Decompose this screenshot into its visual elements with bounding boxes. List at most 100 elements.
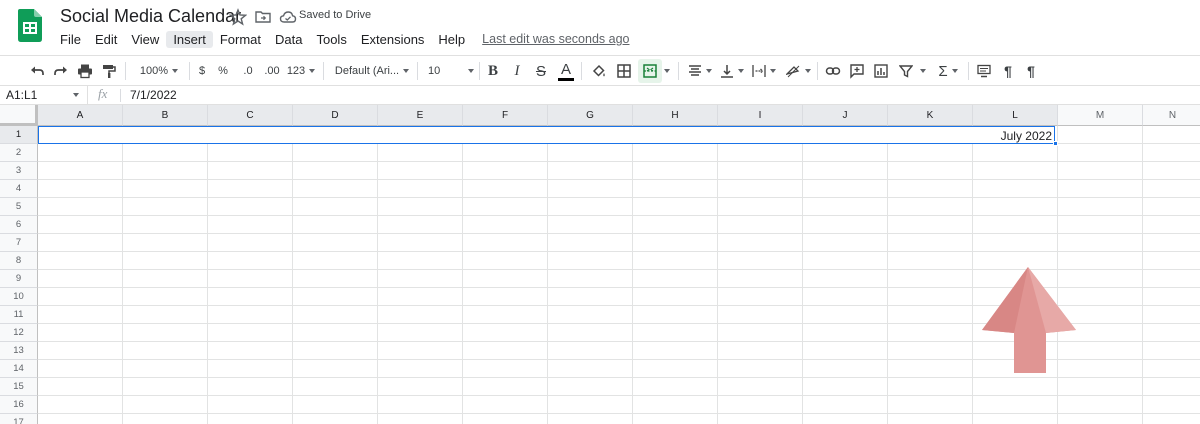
menu-extensions[interactable]: Extensions (354, 31, 432, 48)
select-all-corner[interactable] (0, 105, 38, 126)
text-color-button[interactable]: A (557, 59, 575, 83)
row-header-15[interactable]: 15 (0, 378, 38, 396)
menu-insert[interactable]: Insert (166, 30, 213, 48)
row-header-17[interactable]: 17 (0, 414, 38, 424)
column-header-b[interactable]: B (123, 105, 208, 126)
row-header-9[interactable]: 9 (0, 270, 38, 288)
decrease-decimal-button[interactable]: .0 (239, 59, 257, 83)
filter-icon[interactable] (897, 59, 915, 83)
name-box[interactable]: A1:L1 (0, 86, 88, 104)
undo-icon[interactable] (27, 59, 47, 83)
saved-status: Saved to Drive (299, 9, 372, 21)
merged-cell-value: July 2022 (1000, 129, 1052, 143)
chevron-down-icon (73, 93, 79, 97)
gridline-vertical (462, 126, 463, 424)
column-header-e[interactable]: E (378, 105, 463, 126)
text-rotation-icon[interactable] (784, 59, 812, 83)
last-edit-link[interactable]: Last edit was seconds ago (482, 32, 629, 46)
paint-format-icon[interactable] (99, 59, 119, 83)
row-header-2[interactable]: 2 (0, 144, 38, 162)
column-header-c[interactable]: C (208, 105, 293, 126)
horizontal-align-icon[interactable] (686, 59, 714, 83)
number-format-select[interactable]: 123 (286, 59, 316, 83)
column-header-a[interactable]: A (38, 105, 123, 126)
row-header-4[interactable]: 4 (0, 180, 38, 198)
cloud-saved-icon[interactable] (279, 8, 297, 26)
row-header-12[interactable]: 12 (0, 324, 38, 342)
chevron-down-icon (770, 69, 776, 73)
redo-icon[interactable] (51, 59, 71, 83)
row-header-11[interactable]: 11 (0, 306, 38, 324)
zoom-select[interactable]: 100% (133, 59, 185, 83)
rtl-icon[interactable]: ¶ (1022, 59, 1040, 83)
column-header-j[interactable]: J (803, 105, 888, 126)
strikethrough-button[interactable]: S (533, 59, 549, 83)
column-header-d[interactable]: D (293, 105, 378, 126)
chevron-down-icon (738, 69, 744, 73)
menu-tools[interactable]: Tools (309, 31, 353, 48)
percent-format-button[interactable]: % (216, 59, 230, 83)
menu-view[interactable]: View (124, 31, 166, 48)
row-header-6[interactable]: 6 (0, 216, 38, 234)
menu-help[interactable]: Help (431, 31, 472, 48)
column-header-g[interactable]: G (548, 105, 633, 126)
gridline-vertical (632, 126, 633, 424)
row-header-7[interactable]: 7 (0, 234, 38, 252)
menu-file[interactable]: File (53, 31, 88, 48)
font-family-select[interactable]: Default (Ari... (333, 59, 411, 83)
chart-icon[interactable] (871, 59, 891, 83)
number-format-label: 123 (286, 65, 306, 77)
gridline-vertical (547, 126, 548, 424)
merged-cell-a1-l1[interactable]: July 2022 (38, 126, 1055, 144)
print-icon[interactable] (75, 59, 95, 83)
link-icon[interactable] (823, 59, 843, 83)
text-wrap-icon[interactable] (750, 59, 778, 83)
sheets-logo-icon[interactable] (18, 9, 42, 42)
move-folder-icon[interactable] (254, 8, 272, 26)
gridline-horizontal (38, 215, 1200, 216)
bold-button[interactable]: B (485, 59, 501, 83)
sheets-window: Social Media Calendar Saved to Drive Fil… (0, 0, 1200, 424)
document-title[interactable]: Social Media Calendar (60, 6, 241, 27)
italic-button[interactable]: I (509, 59, 525, 83)
merge-cells-icon[interactable] (638, 59, 662, 83)
row-header-1[interactable]: 1 (0, 126, 38, 144)
row-header-8[interactable]: 8 (0, 252, 38, 270)
row-header-14[interactable]: 14 (0, 360, 38, 378)
toolbar-separator (968, 62, 969, 80)
row-header-5[interactable]: 5 (0, 198, 38, 216)
ltr-icon[interactable]: ¶ (999, 59, 1017, 83)
borders-icon[interactable] (614, 59, 634, 83)
column-header-k[interactable]: K (888, 105, 973, 126)
column-header-h[interactable]: H (633, 105, 718, 126)
row-header-10[interactable]: 10 (0, 288, 38, 306)
fill-color-icon[interactable] (589, 59, 609, 83)
row-header-3[interactable]: 3 (0, 162, 38, 180)
chevron-down-icon (468, 69, 474, 73)
filter-dropdown[interactable] (917, 59, 929, 83)
fx-icon: fx (98, 86, 108, 101)
input-tools-icon[interactable] (975, 59, 993, 83)
currency-format-button[interactable]: $ (195, 59, 209, 83)
formula-input[interactable]: 7/1/2022 (130, 88, 177, 102)
name-box-value: A1:L1 (6, 88, 38, 102)
functions-icon[interactable]: Σ (934, 59, 962, 83)
increase-decimal-button[interactable]: .00 (262, 59, 282, 83)
column-header-i[interactable]: I (718, 105, 803, 126)
chevron-down-icon (951, 69, 958, 73)
row-header-16[interactable]: 16 (0, 396, 38, 414)
comment-icon[interactable] (847, 59, 867, 83)
column-header-n[interactable]: N (1143, 105, 1200, 126)
font-size-select[interactable]: 10 (428, 59, 474, 83)
vertical-align-icon[interactable] (718, 59, 746, 83)
menu-format[interactable]: Format (213, 31, 268, 48)
fill-handle[interactable] (1053, 141, 1058, 146)
merge-cells-dropdown[interactable] (662, 59, 672, 83)
column-header-l[interactable]: L (973, 105, 1058, 126)
row-header-13[interactable]: 13 (0, 342, 38, 360)
menu-edit[interactable]: Edit (88, 31, 124, 48)
menu-data[interactable]: Data (268, 31, 309, 48)
star-icon[interactable] (228, 8, 248, 26)
column-header-m[interactable]: M (1058, 105, 1143, 126)
column-header-f[interactable]: F (463, 105, 548, 126)
